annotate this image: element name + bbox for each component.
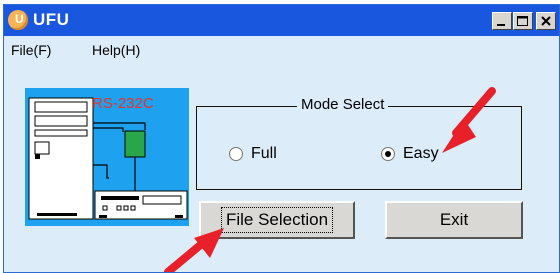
file-selection-label: File Selection [220,207,334,233]
exit-label: Exit [439,210,469,229]
menu-bar: File(F) Help(H) [4,36,559,64]
app-icon: U [8,10,28,30]
maximize-icon [517,16,528,26]
close-icon [541,16,551,26]
window-title: UFU [33,10,70,29]
title-bar[interactable]: U UFU [4,5,559,36]
pc-device-connection-icon: RS-232C [28,95,188,220]
app-window: U UFU File(F) Help(H) RS-232C Mode Selec… [3,4,560,273]
radio-easy-indicator[interactable] [381,147,395,161]
maximize-button[interactable] [513,12,533,30]
minimize-button[interactable] [492,12,512,30]
minimize-icon [497,24,505,26]
connection-diagram: RS-232C [25,88,189,226]
menu-help[interactable]: Help(H) [92,42,140,58]
arrow-pointer-easy-icon [442,87,496,153]
arrow-pointer-file-selection-icon [164,228,224,272]
mode-select-legend: Mode Select [297,96,389,113]
close-button[interactable] [536,12,556,30]
menu-file[interactable]: File(F) [11,42,51,58]
radio-full-indicator[interactable] [229,147,243,161]
rs232c-label: RS-232C [92,95,154,112]
exit-button[interactable]: Exit [385,201,523,239]
radio-full-label[interactable]: Full [251,145,277,163]
